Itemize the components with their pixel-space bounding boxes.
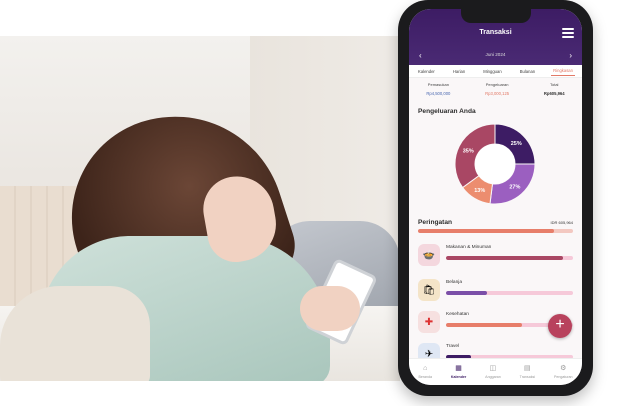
budget-icon: ◫ <box>489 365 497 372</box>
photo-sleeve <box>0 286 150 381</box>
transactions-icon: ▤ <box>524 365 531 372</box>
view-tabs: Kalender Harian Mingguan Bulanan Ringkas… <box>409 65 582 78</box>
income-value: Rp4,500,000 <box>426 91 451 96</box>
shopping-icon: 🛍 <box>418 279 440 301</box>
category-item-food[interactable]: 🍲 Makanan & Minuman <box>418 244 573 270</box>
category-progress-track <box>446 291 573 295</box>
bottom-navigation: ⌂ Beranda ▦ Kalender ◫ Anggaran ▤ Transa… <box>409 358 582 385</box>
tab-ringkasan[interactable]: Ringkasan <box>551 66 575 76</box>
nav-item-kalender[interactable]: ▦ Kalender <box>451 365 466 379</box>
phone-screen: Transaksi ‹ Juni 2024 › Kalender Harian … <box>409 9 582 385</box>
category-progress-fill <box>446 323 523 327</box>
nav-item-beranda[interactable]: ⌂ Beranda <box>418 365 432 379</box>
month-selector: ‹ Juni 2024 › <box>409 51 582 63</box>
nav-item-transaksi[interactable]: ▤ Transaksi <box>520 365 535 379</box>
tab-harian[interactable]: Harian <box>451 67 467 76</box>
donut-svg: 25% 27% 13% 35% <box>454 123 536 205</box>
expense-label: Pengeluaran <box>485 82 509 87</box>
donut-slice-label: 13% <box>474 188 485 194</box>
category-name: Makanan & Minuman <box>446 245 492 250</box>
nav-label: Anggaran <box>485 375 501 379</box>
menu-icon[interactable] <box>562 28 574 38</box>
category-progress-fill <box>446 256 563 260</box>
total-label: Total <box>550 82 559 87</box>
nav-item-anggaran[interactable]: ◫ Anggaran <box>485 365 501 379</box>
category-progress-track <box>446 256 573 260</box>
category-name: Travel <box>446 344 460 349</box>
nav-label: Kalender <box>450 375 467 379</box>
add-transaction-button[interactable]: + <box>548 314 572 338</box>
donut-slice-label: 35% <box>463 148 474 154</box>
alert-progress-fill <box>418 229 555 233</box>
tab-bulanan[interactable]: Bulanan <box>518 67 537 76</box>
photo-hand <box>300 286 360 331</box>
donut-slice-label: 27% <box>509 185 520 191</box>
category-progress-fill <box>446 291 487 295</box>
home-icon: ⌂ <box>423 365 428 372</box>
gear-icon: ⚙ <box>560 365 567 372</box>
alert-section: Peringatan IDR 605,964 <box>418 219 573 233</box>
summary-income: Pemasukan Rp4,500,000 <box>426 79 450 103</box>
tab-mingguan[interactable]: Mingguan <box>481 67 503 76</box>
page-title: Transaksi <box>479 29 512 36</box>
food-icon: 🍲 <box>418 244 440 266</box>
donut-slice-label: 25% <box>511 141 522 147</box>
category-name: Belanja <box>446 280 463 285</box>
calendar-icon: ▦ <box>455 365 462 372</box>
summary-expense: Pengeluaran Rp3,000,125 <box>485 79 509 103</box>
category-name: Kesehatan <box>446 312 469 317</box>
chevron-right-icon[interactable]: › <box>569 51 572 61</box>
nav-item-pengaturan[interactable]: ⚙ Pengaturan <box>554 365 573 379</box>
alert-progress-track <box>418 229 573 233</box>
chart-title: Pengeluaran Anda <box>418 108 476 115</box>
summary-row: Pemasukan Rp4,500,000 Pengeluaran Rp3,00… <box>409 79 582 103</box>
summary-total: Total Rp605,964 <box>544 79 565 103</box>
phone-notch <box>461 9 531 23</box>
donut-center <box>475 144 515 184</box>
income-label: Pemasukan <box>427 82 449 87</box>
expense-donut-chart: 25% 27% 13% 35% <box>451 120 539 208</box>
nav-label: Beranda <box>418 375 433 379</box>
health-icon: ✚ <box>418 311 440 333</box>
alert-amount: IDR 605,964 <box>550 220 573 225</box>
phone-mockup: Transaksi ‹ Juni 2024 › Kalender Harian … <box>398 0 593 396</box>
tab-kalender[interactable]: Kalender <box>416 67 437 76</box>
nav-label: Transaksi <box>519 375 536 379</box>
nav-label: Pengaturan <box>553 375 573 379</box>
alert-title: Peringatan <box>418 219 453 226</box>
expense-value: Rp3,000,125 <box>485 91 510 96</box>
hero-photo <box>0 36 400 381</box>
category-item-shopping[interactable]: 🛍 Belanja <box>418 279 573 305</box>
total-value: Rp605,964 <box>543 91 565 96</box>
month-label: Juni 2024 <box>485 52 506 57</box>
alert-header: Peringatan IDR 605,964 <box>418 219 573 226</box>
